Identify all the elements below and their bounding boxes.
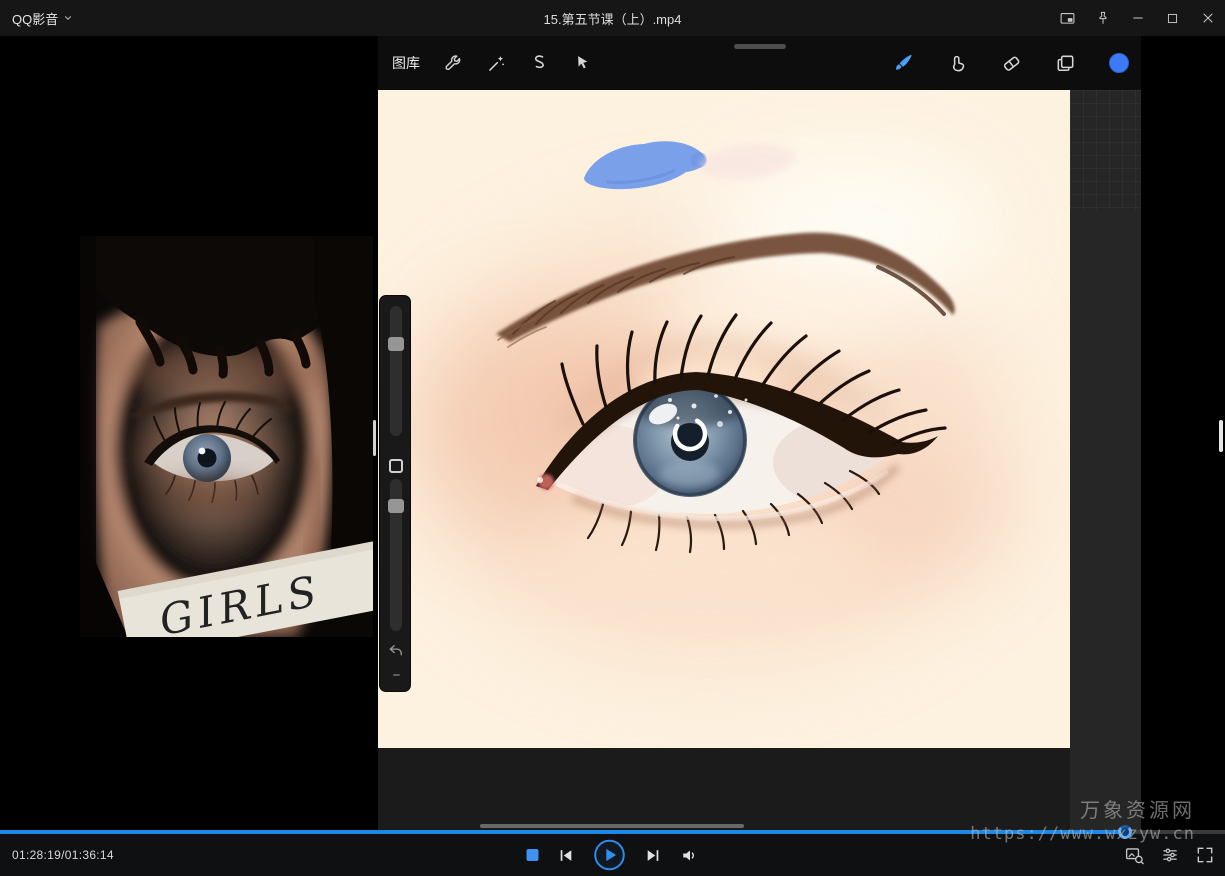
brush-slider-panel xyxy=(379,295,411,692)
total-duration: 01:36:14 xyxy=(65,848,114,862)
eraser-icon xyxy=(1000,52,1023,75)
close-button[interactable] xyxy=(1190,0,1225,36)
play-icon xyxy=(593,839,625,871)
minimize-icon xyxy=(1130,10,1146,26)
screenshot-recognize-button[interactable] xyxy=(1124,845,1145,866)
progress-bar[interactable] xyxy=(0,830,1225,834)
player-control-bar: 01:28:19 / 01:36:14 xyxy=(0,834,1225,876)
mini-mode-button[interactable] xyxy=(1050,0,1085,36)
eraser-tool-button xyxy=(995,47,1027,79)
stop-icon xyxy=(526,849,538,861)
app-name: QQ影音 xyxy=(12,9,58,28)
next-track-icon xyxy=(644,847,661,864)
play-button[interactable] xyxy=(593,839,625,871)
procreate-bottom-area xyxy=(378,748,1070,830)
canvas-grid xyxy=(1070,90,1141,210)
previous-track-icon xyxy=(557,847,574,864)
picture-in-picture-icon xyxy=(1059,10,1076,27)
progress-knob[interactable] xyxy=(1118,825,1132,839)
progress-fill xyxy=(0,830,1125,834)
pin-on-top-button[interactable] xyxy=(1085,0,1120,36)
smudge-tool-button xyxy=(941,47,973,79)
app-menu-button[interactable]: QQ影音 xyxy=(0,0,85,36)
settings-button[interactable] xyxy=(1160,845,1180,865)
fullscreen-button[interactable] xyxy=(1195,845,1215,865)
stop-button[interactable] xyxy=(526,849,538,861)
brush-tool-button xyxy=(887,47,919,79)
video-title: 15.第五节课（上）.mp4 xyxy=(0,9,1225,28)
color-circle-icon xyxy=(1107,51,1131,75)
brush-size-slider xyxy=(390,306,402,436)
maximize-icon xyxy=(1165,11,1180,26)
layers-button xyxy=(1049,47,1081,79)
brush-icon xyxy=(892,52,915,75)
procreate-toolbar: 图库 xyxy=(378,36,1141,90)
toolbar-handle xyxy=(734,44,786,49)
volume-button[interactable] xyxy=(680,846,699,865)
wrench-icon xyxy=(443,53,464,74)
magic-wand-icon xyxy=(486,53,507,74)
transform-arrow-icon xyxy=(572,53,593,74)
brush-size-knob xyxy=(388,337,404,351)
home-indicator-bar xyxy=(480,824,744,828)
gallery-button: 图库 xyxy=(392,53,420,73)
minimize-button[interactable] xyxy=(1120,0,1155,36)
panel-dash xyxy=(393,674,400,676)
procreate-screen: 图库 xyxy=(378,36,1141,830)
selection-s-icon xyxy=(529,53,550,74)
undo-icon xyxy=(387,642,405,660)
video-viewport[interactable]: GIRLS xyxy=(0,36,1225,830)
player-window: QQ影音 15.第五节课（上）.mp4 xyxy=(0,0,1225,876)
titlebar: QQ影音 15.第五节课（上）.mp4 xyxy=(0,0,1225,36)
brush-opacity-knob xyxy=(388,499,404,513)
close-icon xyxy=(1200,10,1216,26)
eye-painting-canvas xyxy=(378,82,1070,748)
reference-photo: GIRLS xyxy=(80,236,373,637)
pin-icon xyxy=(1095,10,1111,26)
smudge-finger-icon xyxy=(946,52,969,75)
fullscreen-icon xyxy=(1195,845,1215,865)
time-display: 01:28:19 / 01:36:14 xyxy=(12,834,114,876)
sliders-settings-icon xyxy=(1160,845,1180,865)
modify-button xyxy=(389,459,403,473)
volume-icon xyxy=(680,846,699,865)
adjustments-button xyxy=(480,47,512,79)
procreate-side-area xyxy=(1070,82,1141,830)
left-sidebar-handle xyxy=(373,420,376,456)
undo-button xyxy=(387,642,405,660)
right-sidebar-handle xyxy=(1219,420,1223,452)
current-time: 01:28:19 xyxy=(12,848,61,862)
maximize-button[interactable] xyxy=(1155,0,1190,36)
chevron-down-icon xyxy=(63,13,73,23)
image-search-icon xyxy=(1124,845,1145,866)
next-button[interactable] xyxy=(644,847,661,864)
layers-icon xyxy=(1054,52,1077,75)
transform-button xyxy=(566,47,598,79)
actions-button xyxy=(437,47,469,79)
previous-button[interactable] xyxy=(557,847,574,864)
selection-button xyxy=(523,47,555,79)
color-swatch-button xyxy=(1103,47,1135,79)
